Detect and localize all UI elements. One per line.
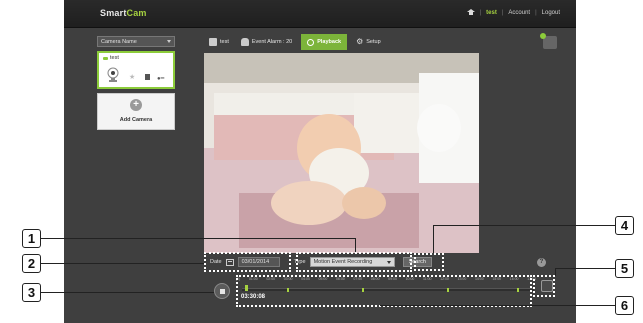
home-icon[interactable] — [466, 9, 475, 16]
tab-label: Playback — [317, 39, 342, 45]
leader-line-2 — [40, 263, 204, 264]
camera-card-name: test — [110, 55, 119, 61]
callout-number-2: 2 — [22, 254, 41, 273]
tab-camera[interactable]: test — [206, 34, 232, 50]
leader-line-1 — [40, 238, 355, 239]
add-camera-card[interactable]: + Add Camera — [97, 93, 175, 130]
camera-card-title: test — [103, 55, 119, 61]
tab-setup[interactable]: ⚙ Setup — [353, 34, 384, 50]
notification-icon[interactable] — [540, 33, 557, 49]
user-link[interactable]: test — [486, 10, 497, 16]
camera-status-icon — [103, 56, 108, 60]
camera-sidebar: Camera Name test ★ ●━ + Add Camera — [97, 36, 175, 130]
gear-icon: ⚙ — [356, 37, 364, 46]
help-icon[interactable]: ? — [537, 258, 546, 267]
link-separator: | — [501, 9, 504, 16]
top-links: | test | Account | Logout — [466, 9, 560, 16]
bell-icon — [240, 38, 249, 46]
play-circle-icon — [307, 38, 315, 46]
stop-button[interactable] — [214, 283, 230, 299]
callout-number-4: 4 — [615, 216, 634, 235]
leader-line-1v — [355, 238, 356, 252]
link-separator: | — [479, 9, 482, 16]
callout-frame-search — [414, 253, 444, 271]
tab-label: Setup — [366, 39, 381, 45]
trash-icon[interactable] — [145, 74, 150, 80]
chevron-down-icon — [167, 40, 171, 43]
tab-playback[interactable]: Playback — [301, 34, 348, 50]
logout-link[interactable]: Logout — [542, 10, 560, 16]
leader-line-6 — [380, 305, 615, 306]
callout-number-5: 5 — [615, 259, 634, 278]
callout-frame-date — [204, 252, 291, 272]
key-icon[interactable]: ●━ — [157, 75, 164, 82]
callout-frame-type — [296, 252, 412, 272]
leader-line-3 — [40, 292, 214, 293]
leader-line-4v — [433, 225, 434, 253]
top-bar: SmartCam | test | Account | Logout — [64, 0, 576, 28]
notification-badge — [540, 33, 546, 39]
leader-line-5 — [555, 268, 615, 269]
tab-label: Event Alarm : 20 — [251, 39, 293, 45]
camera-name-dropdown[interactable]: Camera Name — [97, 36, 175, 47]
add-camera-label: Add Camera — [119, 117, 153, 123]
callout-frame-export — [533, 275, 555, 297]
tab-event-alarm[interactable]: Event Alarm : 20 — [238, 34, 295, 50]
plus-icon: + — [130, 99, 142, 111]
video-player[interactable] — [204, 53, 479, 253]
tab-bar: test Event Alarm : 20 Playback ⚙ Setup — [206, 34, 384, 50]
leader-line-5v — [555, 268, 556, 276]
leader-line-4 — [433, 225, 615, 226]
callout-number-3: 3 — [22, 283, 41, 302]
favorite-star-icon[interactable]: ★ — [129, 73, 135, 81]
app-logo[interactable]: SmartCam — [100, 8, 147, 18]
tab-label: test — [220, 39, 229, 45]
account-link[interactable]: Account — [508, 10, 530, 16]
stop-icon — [220, 289, 225, 294]
camera-icon — [107, 67, 119, 82]
callout-number-1: 1 — [22, 229, 41, 248]
callout-number-6: 6 — [615, 296, 634, 315]
callout-frame-timeline — [236, 275, 532, 307]
camera-card[interactable]: test ★ ●━ — [97, 51, 175, 89]
camera-select-label: Camera Name — [101, 39, 137, 45]
link-separator: | — [535, 9, 537, 16]
camera-tab-icon — [209, 38, 217, 46]
